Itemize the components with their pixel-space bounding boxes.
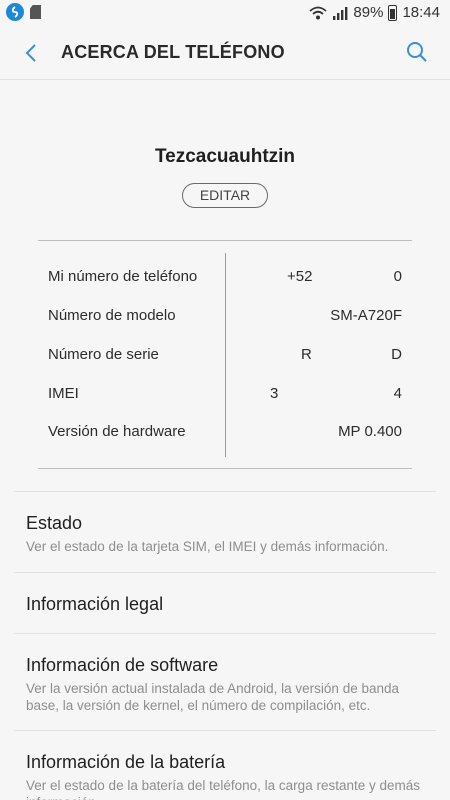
battery-percent: 89% xyxy=(353,4,384,21)
info-row-hardware-version: Versión de hardware MP 0.400 xyxy=(48,423,402,447)
serial-number-value-left: R xyxy=(301,346,312,363)
status-bar-system: 89% 18:44 xyxy=(309,4,440,21)
device-name: Tezcacuauhtzin xyxy=(154,146,296,167)
edit-button[interactable]: EDITAR xyxy=(182,183,268,208)
legal-info-title: Información legal xyxy=(26,594,164,614)
phone-number-value-right: 0 xyxy=(393,268,402,285)
info-top-divider xyxy=(38,240,412,241)
sd-card-icon xyxy=(30,5,41,19)
model-number-value: SM-A720F xyxy=(330,307,402,324)
hardware-version-label: Versión de hardware xyxy=(48,423,186,440)
model-number-label: Número de modelo xyxy=(48,307,176,324)
imei-value-left: 3 xyxy=(270,385,279,402)
phone-number-value-left: +52 xyxy=(287,268,313,285)
info-row-imei: IMEI 3 4 xyxy=(48,385,402,409)
software-info-title: Información de software xyxy=(26,655,219,675)
info-row-serial-number: Número de serie R D xyxy=(48,346,402,370)
status-bar-notifications xyxy=(6,3,41,21)
status-title: Estado xyxy=(26,513,83,533)
back-arrow-icon xyxy=(25,44,36,62)
info-row-phone-number: Mi número de teléfono +52 0 xyxy=(48,268,402,292)
clock: 18:44 xyxy=(402,4,440,21)
page-title: ACERCA DEL TELÉFONO xyxy=(61,42,285,62)
info-bottom-divider xyxy=(38,468,412,469)
search-button[interactable] xyxy=(404,39,430,65)
imei-value-right: 4 xyxy=(393,385,402,402)
back-button[interactable] xyxy=(18,40,44,66)
signal-icon xyxy=(333,6,348,20)
status-subtitle: Ver el estado de la tarjeta SIM, el IMEI… xyxy=(26,539,389,554)
list-item-battery-info[interactable]: Información de la batería Ver el estado … xyxy=(0,731,450,800)
search-icon xyxy=(407,42,427,62)
software-info-subtitle: Ver la versión actual instalada de Andro… xyxy=(26,681,399,713)
battery-icon xyxy=(388,4,398,21)
battery-info-title: Información de la batería xyxy=(26,752,226,772)
phone-number-label: Mi número de teléfono xyxy=(48,268,198,285)
list-item-legal-info[interactable]: Información legal xyxy=(0,573,450,633)
battery-info-subtitle: Ver el estado de la batería del teléfono… xyxy=(26,778,420,800)
serial-number-label: Número de serie xyxy=(48,346,159,363)
imei-label: IMEI xyxy=(48,385,79,402)
wifi-icon xyxy=(309,6,328,19)
list-item-software-info[interactable]: Información de software Ver la versión a… xyxy=(0,634,450,730)
list-item-status[interactable]: Estado Ver el estado de la tarjeta SIM, … xyxy=(0,492,450,572)
app-bar: ACERCA DEL TELÉFONO xyxy=(0,26,450,80)
serial-number-value-right: D xyxy=(391,346,402,363)
app-notification-icon xyxy=(6,3,24,21)
info-row-model-number: Número de modelo SM-A720F xyxy=(48,307,402,331)
status-bar: 89% 18:44 xyxy=(0,0,450,26)
hardware-version-value: MP 0.400 xyxy=(338,423,402,440)
